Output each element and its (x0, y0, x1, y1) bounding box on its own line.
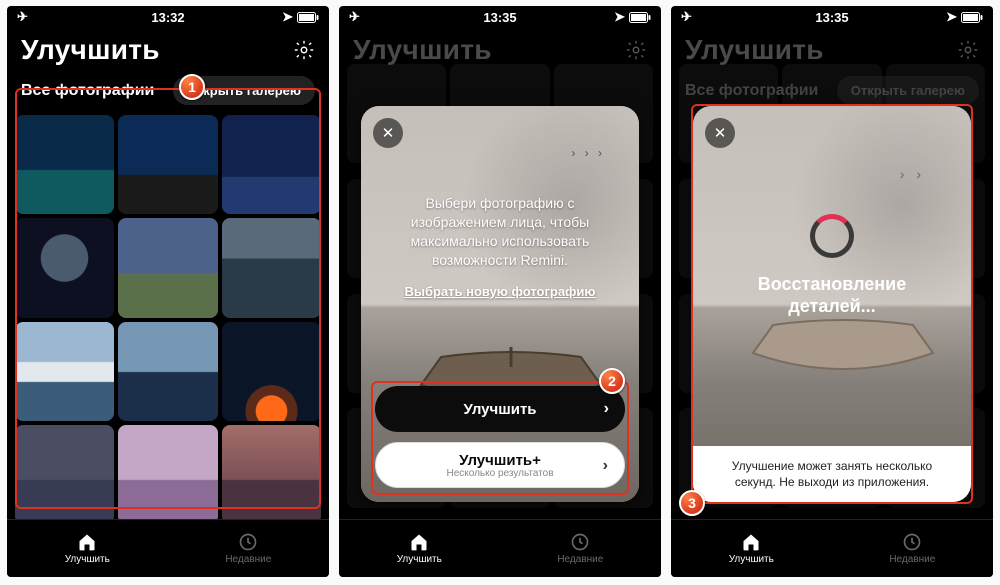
photo-thumb[interactable] (15, 115, 114, 214)
chevron-right-icon: › (603, 458, 608, 475)
bottom-nav: Улучшить Недавние (7, 519, 329, 577)
step-badge-2: 2 (599, 368, 625, 394)
status-time: 13:32 (7, 10, 329, 25)
choose-new-photo-link[interactable]: Выбрать новую фотографию (404, 284, 595, 299)
photo-thumb[interactable] (118, 218, 217, 317)
screen-1: ✈ 13:32 ➤ Улучшить Все фотографии Открыт… (7, 6, 329, 577)
nav-enhance[interactable]: Улучшить (397, 532, 442, 565)
gear-icon[interactable] (625, 39, 647, 61)
enhance-button-label: Улучшить (463, 401, 536, 418)
clock-icon (570, 532, 590, 552)
home-icon (77, 532, 97, 552)
prompt-line: Выбери фотографию с (379, 194, 621, 213)
photo-thumb[interactable] (118, 322, 217, 421)
home-icon (409, 532, 429, 552)
nav-enhance[interactable]: Улучшить (729, 532, 774, 565)
nav-recent-label: Недавние (557, 554, 603, 565)
card-prompt: Выбери фотографию с изображением лица, ч… (379, 194, 621, 300)
header: Улучшить (7, 28, 329, 76)
nav-recent-label: Недавние (225, 554, 271, 565)
prompt-line: изображением лица, чтобы (379, 213, 621, 232)
home-icon (741, 532, 761, 552)
enhance-plus-button[interactable]: Улучшить+ Несколько результатов › (375, 442, 625, 488)
page-title: Улучшить (353, 34, 492, 66)
status-bar: ✈ 13:35 ➤ (339, 6, 661, 28)
processing-title: Восстановление деталей... (693, 274, 971, 317)
status-time: 13:35 (671, 10, 993, 25)
bottom-nav: Улучшить Недавние (339, 519, 661, 577)
nav-recent[interactable]: Недавние (557, 532, 603, 565)
enhance-plus-sublabel: Несколько результатов (446, 469, 553, 480)
close-button[interactable]: ✕ (705, 118, 735, 148)
screen-3: ✈ 13:35 ➤ Улучшить Все фотографии Открыт… (671, 6, 993, 577)
boat-illustration (743, 315, 943, 375)
bottom-nav: Улучшить Недавние (671, 519, 993, 577)
photo-thumb[interactable] (15, 425, 114, 524)
prompt-line: максимально использовать (379, 232, 621, 251)
nav-enhance-label: Улучшить (65, 554, 110, 565)
subtitle-all-photos: Все фотографии (21, 82, 154, 100)
gear-icon[interactable] (293, 39, 315, 61)
photo-thumb[interactable] (222, 425, 321, 524)
nav-enhance-label: Улучшить (397, 554, 442, 565)
clock-icon (238, 532, 258, 552)
nav-enhance[interactable]: Улучшить (65, 532, 110, 565)
photo-thumb[interactable] (222, 322, 321, 421)
nav-recent-label: Недавние (889, 554, 935, 565)
photo-thumb[interactable] (222, 218, 321, 317)
page-title: Улучшить (21, 34, 160, 66)
loading-spinner (810, 214, 854, 258)
close-button[interactable]: ✕ (373, 118, 403, 148)
enhance-button[interactable]: Улучшить › (375, 386, 625, 432)
photo-thumb[interactable] (222, 115, 321, 214)
processing-line: Восстановление (693, 274, 971, 296)
status-time: 13:35 (339, 10, 661, 25)
processing-note: Улучшение может занять несколько секунд.… (693, 446, 971, 502)
clock-icon (902, 532, 922, 552)
nav-recent[interactable]: Недавние (225, 532, 271, 565)
status-bar: ✈ 13:35 ➤ (671, 6, 993, 28)
step-badge-3: 3 (679, 490, 705, 516)
step-badge-1: 1 (179, 74, 205, 100)
nav-enhance-label: Улучшить (729, 554, 774, 565)
birds-icon: › › (900, 166, 925, 182)
photo-thumb[interactable] (118, 425, 217, 524)
photo-thumb[interactable] (15, 322, 114, 421)
page-title: Улучшить (685, 34, 824, 66)
enhance-plus-label: Улучшить+ (459, 453, 541, 469)
prompt-line: возможности Remini. (379, 251, 621, 270)
select-photo-card: › › › ✕ Выбери фотографию с изображением… (361, 106, 639, 502)
enhance-buttons: Улучшить › Улучшить+ Несколько результат… (375, 386, 625, 488)
photo-thumb[interactable] (118, 115, 217, 214)
screen-2: ✈ 13:35 ➤ Улучшить › › › ✕ Выбери фотогр… (339, 6, 661, 577)
photo-grid (7, 115, 329, 524)
processing-card: › › ✕ Восстановление деталей... Улучшени… (693, 106, 971, 502)
gear-icon[interactable] (957, 39, 979, 61)
status-bar: ✈ 13:32 ➤ (7, 6, 329, 28)
nav-recent[interactable]: Недавние (889, 532, 935, 565)
chevron-right-icon: › (604, 400, 609, 418)
photo-thumb[interactable] (15, 218, 114, 317)
birds-icon: › › › (571, 146, 605, 160)
processing-line: деталей... (693, 296, 971, 318)
gallery-subhead: Все фотографии Открыть галерею (7, 76, 329, 115)
